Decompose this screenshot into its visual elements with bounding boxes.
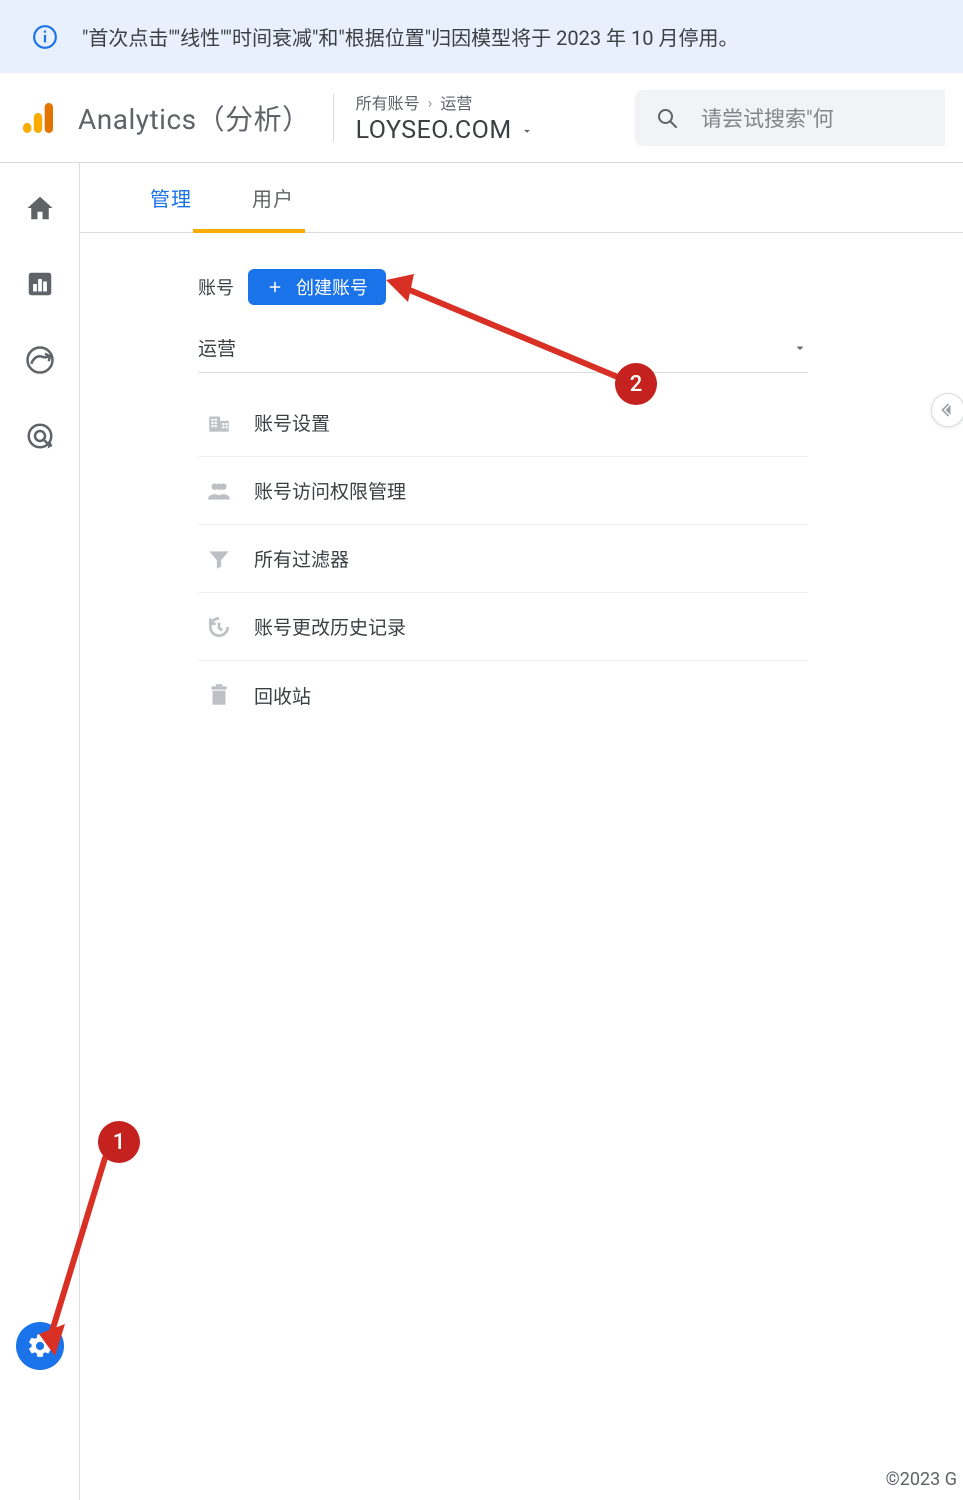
expand-panel-button[interactable] xyxy=(931,393,963,427)
property-name: LOYSEO.COM xyxy=(356,116,512,145)
selected-account: 运营 xyxy=(198,334,236,361)
admin-gear-button[interactable] xyxy=(16,1322,64,1370)
building-icon xyxy=(206,410,232,436)
caret-down-icon xyxy=(792,340,808,356)
caret-down-icon xyxy=(520,124,534,138)
breadcrumb: 所有账号 › 运营 xyxy=(356,90,534,114)
menu-item-trash[interactable]: 回收站 xyxy=(198,661,808,729)
reports-icon[interactable] xyxy=(25,269,55,299)
trash-icon xyxy=(206,682,232,708)
tab-users[interactable]: 用户 xyxy=(222,163,324,232)
menu-item-label: 账号设置 xyxy=(254,409,330,436)
header-divider xyxy=(333,94,334,142)
history-icon xyxy=(206,614,232,640)
menu-item-account-settings[interactable]: 账号设置 xyxy=(198,389,808,457)
account-select[interactable]: 运营 xyxy=(198,323,808,373)
breadcrumb-current: 运营 xyxy=(440,90,472,114)
menu-item-access-management[interactable]: 账号访问权限管理 xyxy=(198,457,808,525)
notice-banner: "首次点击""线性""时间衰减"和"根据位置"归因模型将于 2023 年 10 … xyxy=(0,0,963,73)
analytics-logo-icon xyxy=(18,98,58,138)
chevron-right-icon: › xyxy=(428,93,433,112)
header-bar: Analytics（分析） 所有账号 › 运营 LOYSEO.COM 请尝试搜索… xyxy=(0,73,963,163)
content-area: 管理 用户 账号 创建账号 运营 xyxy=(80,163,963,1500)
menu-item-label: 所有过滤器 xyxy=(254,545,349,572)
create-account-button[interactable]: 创建账号 xyxy=(248,269,386,305)
search-icon xyxy=(655,106,679,130)
filter-icon xyxy=(206,546,232,572)
search-placeholder: 请尝试搜索"何 xyxy=(701,103,834,133)
search-input[interactable]: 请尝试搜索"何 xyxy=(635,90,945,146)
account-label: 账号 xyxy=(198,274,234,300)
menu-item-change-history[interactable]: 账号更改历史记录 xyxy=(198,593,808,661)
menu-item-label: 回收站 xyxy=(254,682,311,709)
tab-admin[interactable]: 管理 xyxy=(120,163,222,232)
sidebar xyxy=(0,163,80,1500)
tabs: 管理 用户 xyxy=(80,163,963,233)
menu-item-label: 账号更改历史记录 xyxy=(254,613,406,640)
annotation-badge-1: 1 xyxy=(98,1121,140,1163)
menu-item-all-filters[interactable]: 所有过滤器 xyxy=(198,525,808,593)
menu-item-label: 账号访问权限管理 xyxy=(254,477,406,504)
info-icon xyxy=(32,24,58,50)
explore-icon[interactable] xyxy=(25,345,55,375)
create-account-label: 创建账号 xyxy=(296,274,368,300)
product-name: Analytics（分析） xyxy=(78,98,311,138)
people-icon xyxy=(206,478,232,504)
breadcrumb-root: 所有账号 xyxy=(356,90,420,114)
footer-copyright: ©2023 G xyxy=(880,1459,963,1500)
plus-icon xyxy=(266,278,284,296)
admin-panel: 账号 创建账号 运营 账号设置 xyxy=(80,233,963,729)
account-selector[interactable]: 所有账号 › 运营 LOYSEO.COM xyxy=(356,90,534,145)
notice-text: "首次点击""线性""时间衰减"和"根据位置"归因模型将于 2023 年 10 … xyxy=(82,22,738,51)
advertising-icon[interactable] xyxy=(25,421,55,451)
home-icon[interactable] xyxy=(25,193,55,223)
account-menu-list: 账号设置 账号访问权限管理 所有过滤器 xyxy=(198,389,808,729)
